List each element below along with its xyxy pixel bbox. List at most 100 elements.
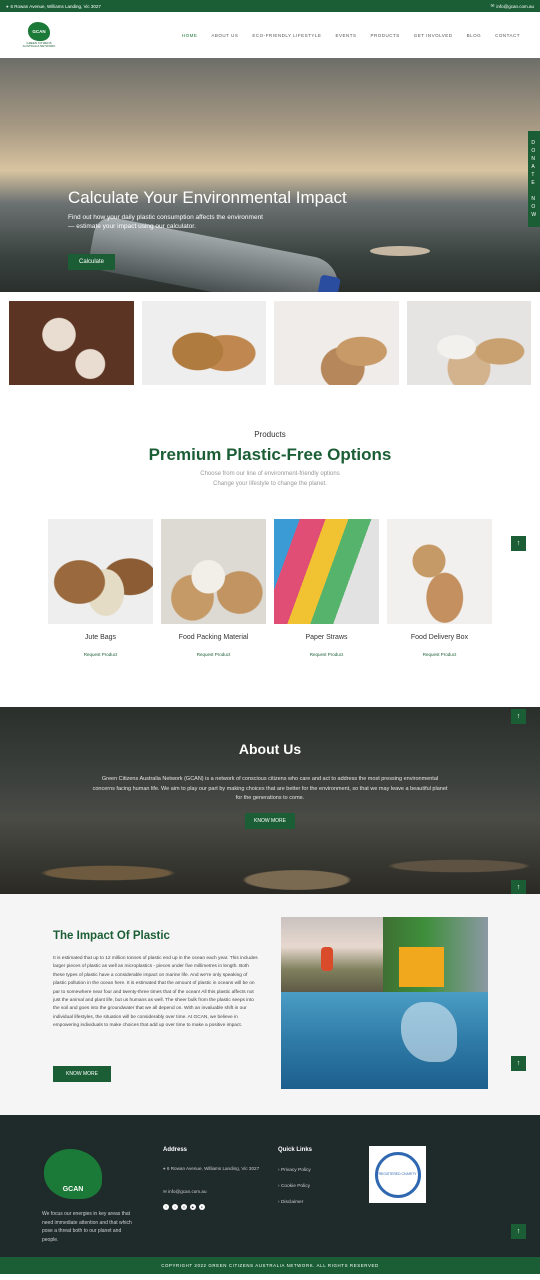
- feature-gallery: [0, 292, 540, 385]
- email-info[interactable]: ✉ info@gcan.com.au: [491, 3, 534, 9]
- impact-text: It is estimated that up to 12 million to…: [53, 956, 258, 1029]
- collage-landfill: [281, 917, 383, 992]
- product-image-delivery-box[interactable]: [387, 519, 492, 625]
- site-logo[interactable]: GCAN GREEN CITIZENS AUSTRALIA NETWORK: [20, 16, 58, 54]
- top-bar: ⌖ 6 Rowan Avenue, Williams Landing, Vic 3…: [0, 0, 540, 12]
- about-section: ↑ About Us Green Citizens Australia Netw…: [0, 707, 540, 894]
- nav-home[interactable]: Home: [182, 33, 198, 38]
- product-card[interactable]: Paper Straws Request Product: [274, 519, 379, 657]
- product-name: Paper Straws: [305, 634, 348, 642]
- site-footer: GCAN We focus our energies in key areas …: [0, 1115, 540, 1257]
- link-label[interactable]: Disclaimer: [281, 1200, 303, 1205]
- cookie-policy-link[interactable]: › Cookie Policy: [278, 1179, 311, 1195]
- arrow-up-icon: ↑: [516, 540, 521, 547]
- request-product-link[interactable]: Request Product: [274, 652, 379, 657]
- request-product-link[interactable]: Request Product: [387, 652, 492, 657]
- arrow-up-icon: ↑: [516, 884, 521, 891]
- scroll-top-button[interactable]: ↑: [511, 536, 526, 551]
- nav-get-involved[interactable]: Get Involved: [414, 33, 453, 38]
- collage-plastic-bag: [401, 1002, 457, 1062]
- quick-links-heading: Quick Links: [278, 1147, 313, 1153]
- request-product-link[interactable]: Request Product: [48, 652, 153, 657]
- products-subtitle: Choose from our line of environment-frie…: [0, 470, 540, 489]
- product-card[interactable]: Food Packing Material Request Product: [161, 519, 266, 657]
- about-background-debris: [0, 824, 540, 894]
- main-nav: Home About Us Eco-Friendly Lifestyle Eve…: [182, 33, 520, 38]
- hero-background-rock: [370, 246, 430, 256]
- hero-text: Find out how your daily plastic consumpt…: [68, 214, 263, 231]
- product-image-jute-bags[interactable]: [48, 519, 153, 625]
- about-know-more-button[interactable]: KNOW MORE: [245, 812, 295, 829]
- nav-products[interactable]: Products: [370, 33, 399, 38]
- impact-title: The Impact Of Plastic: [53, 930, 170, 942]
- product-card[interactable]: Food Delivery Box Request Product: [387, 519, 492, 657]
- about-text: Green Citizens Australia Network (GCAN) …: [92, 776, 448, 802]
- collage-recycling-bins: [383, 917, 488, 992]
- impact-collage-image: [281, 917, 488, 1089]
- calculate-button[interactable]: Calculate: [68, 254, 116, 270]
- nav-about[interactable]: About Us: [211, 33, 238, 38]
- nav-blog[interactable]: Blog: [467, 33, 482, 38]
- address-info: ⌖ 6 Rowan Avenue, Williams Landing, Vic 3…: [6, 4, 101, 9]
- logo-name: GREEN CITIZENS AUSTRALIA NETWORK: [22, 40, 56, 48]
- nav-contact[interactable]: Contact: [495, 33, 520, 38]
- copyright-bar: COPYRIGHT 2022 GREEN CITIZENS AUSTRALIA …: [0, 1257, 540, 1274]
- site-header: GCAN GREEN CITIZENS AUSTRALIA NETWORK Ho…: [0, 12, 540, 58]
- footer-address: ⌖ 6 Rowan Avenue, Williams Landing, Vic …: [163, 1165, 263, 1173]
- youtube-icon[interactable]: ▶: [190, 1204, 196, 1210]
- twitter-icon[interactable]: t: [172, 1204, 178, 1210]
- gallery-image-packaging: [406, 301, 531, 385]
- scroll-top-button[interactable]: ↑: [511, 880, 526, 894]
- impact-section: The Impact Of Plastic It is estimated th…: [0, 894, 540, 1115]
- topbar-address: 6 Rowan Avenue, Williams Landing, Vic 30…: [10, 3, 101, 9]
- quick-links: › Privacy Policy › Cookie Policy › Discl…: [278, 1163, 311, 1210]
- product-cards: Jute Bags Request Product Food Packing M…: [0, 519, 540, 657]
- hero-title: Calculate Your Environmental Impact: [68, 188, 347, 207]
- footer-logo-text: GCAN: [62, 1186, 84, 1193]
- scroll-top-button[interactable]: ↑: [511, 1056, 526, 1071]
- request-product-link[interactable]: Request Product: [161, 652, 266, 657]
- products-section: Products Premium Plastic-Free Options Ch…: [0, 385, 540, 707]
- social-links: f t ◎ ▶ in: [163, 1204, 205, 1210]
- collage-ocean-plastic: [281, 992, 488, 1089]
- product-name: Jute Bags: [84, 634, 117, 642]
- donate-now-tab[interactable]: DONATENOW: [528, 131, 540, 227]
- products-subtitle-line: Change your lifestyle to change the plan…: [213, 480, 327, 487]
- nav-eco-lifestyle[interactable]: Eco-Friendly Lifestyle: [252, 33, 321, 38]
- product-name: Food Delivery Box: [410, 634, 469, 642]
- copyright-text: COPYRIGHT 2022 GREEN CITIZENS AUSTRALIA …: [161, 1263, 379, 1268]
- footer-logo[interactable]: GCAN: [44, 1149, 102, 1199]
- collage-worker: [321, 947, 333, 971]
- arrow-up-icon: ↑: [516, 1060, 521, 1067]
- charity-badge-seal: REGISTERED CHARITY: [374, 1151, 421, 1198]
- footer-email[interactable]: ✉ info@gcan.com.au: [163, 1189, 207, 1195]
- instagram-icon[interactable]: ◎: [181, 1204, 187, 1210]
- footer-email-text[interactable]: info@gcan.com.au: [168, 1189, 206, 1194]
- address-heading: Address: [163, 1147, 188, 1153]
- registered-charity-badge: REGISTERED CHARITY: [369, 1146, 426, 1203]
- link-label[interactable]: Privacy Policy: [281, 1168, 311, 1173]
- about-title: About Us: [238, 741, 302, 757]
- collage-bin: [399, 947, 444, 987]
- product-image-paper-straws[interactable]: [274, 519, 379, 625]
- scroll-top-button[interactable]: ↑: [511, 1224, 526, 1239]
- linkedin-icon[interactable]: in: [199, 1204, 205, 1210]
- gallery-image-food-boxes: [274, 301, 399, 385]
- product-image-food-packing[interactable]: [161, 519, 266, 625]
- products-title: Premium Plastic-Free Options: [148, 445, 392, 464]
- nav-events[interactable]: Events: [335, 33, 356, 38]
- footer-about: We focus our energies in key areas that …: [42, 1211, 132, 1243]
- privacy-policy-link[interactable]: › Privacy Policy: [278, 1163, 311, 1179]
- impact-know-more-button[interactable]: KNOW MORE: [53, 1066, 111, 1082]
- donate-label: DONATENOW: [531, 140, 537, 218]
- mail-icon: ✉: [490, 3, 495, 8]
- logo-mark: GCAN: [28, 21, 50, 41]
- link-label[interactable]: Cookie Policy: [281, 1184, 310, 1189]
- location-icon: ⌖: [6, 3, 9, 9]
- facebook-icon[interactable]: f: [163, 1204, 169, 1210]
- disclaimer-link[interactable]: › Disclaimer: [278, 1195, 311, 1211]
- product-name: Food Packing Material: [178, 634, 249, 642]
- topbar-email[interactable]: info@gcan.com.au: [496, 4, 534, 9]
- product-card[interactable]: Jute Bags Request Product: [48, 519, 153, 657]
- products-kicker: Products: [254, 430, 286, 439]
